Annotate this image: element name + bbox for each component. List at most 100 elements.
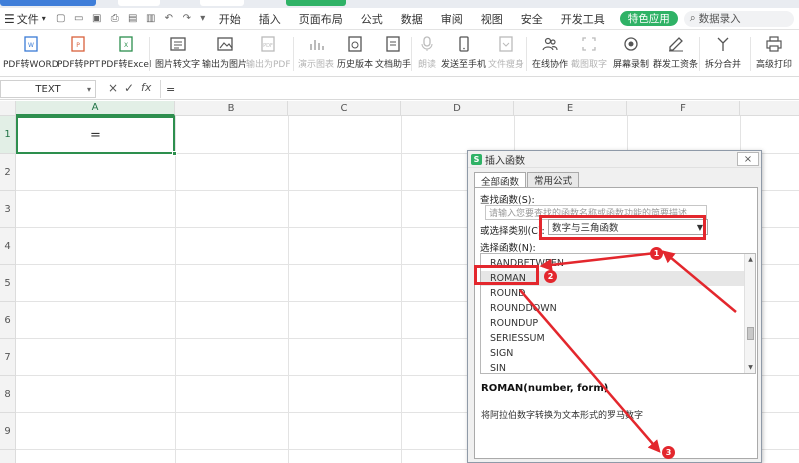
name-box[interactable]: TEXT ▾ [0,80,96,98]
document-tab[interactable] [118,0,160,6]
export-pdf-button[interactable]: PDF 输出为PDF [246,33,291,75]
redo-icon[interactable]: ↷ [180,12,194,26]
row-header-4[interactable]: 4 [0,228,16,265]
formula-input[interactable]: = [160,80,795,98]
row-header-8[interactable]: 8 [0,376,16,413]
pdf-to-excel-button[interactable]: X PDF转Excel [101,33,151,75]
chevron-down-icon[interactable]: ▾ [87,85,91,94]
list-item[interactable]: SIGN [481,346,745,361]
active-cell-value: = [90,127,101,143]
scroll-down-icon[interactable]: ▼ [745,362,755,373]
pdf-to-word-button[interactable]: W PDF转WORD [3,33,59,75]
scroll-up-icon[interactable]: ▲ [745,254,755,265]
menu-data[interactable]: 数据 [392,8,432,30]
column-header-a[interactable]: A [16,101,175,116]
column-header-g[interactable] [740,101,799,116]
row-header-1[interactable]: 1 [0,116,16,154]
split-merge-button[interactable]: 拆分合并 [705,33,741,75]
read-aloud-button[interactable]: 朗读 [418,33,436,75]
compress-button[interactable]: 文件瘦身 [488,33,524,75]
image-to-text-button[interactable]: 图片转文字 [155,33,200,75]
confirm-icon[interactable]: ✓ [124,81,134,95]
screen-record-button[interactable]: 屏幕录制 [613,33,649,75]
chevron-down-icon: ▾ [41,14,46,23]
ribbon-separator [149,37,150,71]
list-item[interactable]: SERIESSUM [481,331,745,346]
list-item[interactable]: SIN [481,361,745,373]
undo-icon[interactable]: ↶ [162,12,176,26]
record-icon [622,35,640,53]
fill-handle[interactable] [172,151,177,156]
step-badge-3: 3 [662,446,675,459]
export-icon[interactable]: ▥ [144,12,158,26]
collab-icon [541,35,559,53]
ocr-button[interactable]: 截图取字 [571,33,607,75]
row-header-10[interactable] [0,450,16,463]
chart-demo-button[interactable]: 演示图表 [298,33,334,75]
print-icon[interactable]: ⎙ [108,12,122,26]
payslip-button[interactable]: 群发工资条 [653,33,698,75]
column-header-c[interactable]: C [288,101,401,116]
online-collab-button[interactable]: 在线协作 [532,33,568,75]
menu-home[interactable]: 开始 [210,8,250,30]
phone-icon [455,35,473,53]
menu-special-apps[interactable]: 特色应用 [619,11,678,26]
dialog-titlebar[interactable]: S 插入函数 [468,151,761,168]
menu-insert[interactable]: 插入 [250,8,290,30]
row-header-2[interactable]: 2 [0,154,16,191]
category-label: 或选择类别(C): [480,226,545,237]
export-image-button[interactable]: 输出为图片 [202,33,247,75]
menu-page-layout[interactable]: 页面布局 [290,8,352,30]
new-doc-icon[interactable]: ▢ [54,12,68,26]
list-scrollbar[interactable]: ▲ ▼ [744,254,755,373]
column-header-d[interactable]: D [401,101,514,116]
open-icon[interactable]: ▭ [72,12,86,26]
insert-function-icon[interactable]: fx [141,81,151,94]
row-header-6[interactable]: 6 [0,302,16,339]
menu-security[interactable]: 安全 [512,8,552,30]
preview-icon[interactable]: ▤ [126,12,140,26]
image-text-icon [169,35,187,53]
document-tab[interactable] [200,0,244,6]
row-header-3[interactable]: 3 [0,191,16,228]
doc-assistant-button[interactable]: 文档助手 [375,33,411,75]
row-header-9[interactable]: 9 [0,413,16,450]
column-header-e[interactable]: E [514,101,627,116]
column-header-b[interactable]: B [175,101,288,116]
pdf-to-ppt-button[interactable]: P PDF转PPT [57,33,100,75]
formula-content: = [166,82,176,96]
save-icon[interactable]: ▣ [90,12,104,26]
send-to-phone-button[interactable]: 发送至手机 [441,33,486,75]
ribbon-label: 发送至手机 [441,60,487,70]
document-tab[interactable] [0,0,96,6]
list-item[interactable]: ROUND [481,286,745,301]
payslip-icon [667,35,685,53]
tab-common-formulas[interactable]: 常用公式 [527,172,580,187]
command-search[interactable]: ⌕ 数据录入 [683,10,794,27]
chevron-down-icon[interactable]: ▾ [198,12,208,26]
list-item[interactable]: ROUNDUP [481,316,745,331]
active-cell-a1[interactable]: = [16,116,177,156]
document-tab[interactable] [286,0,346,6]
ribbon-label: PDF转WORD [3,60,59,70]
scroll-thumb[interactable] [747,327,754,340]
menu-developer[interactable]: 开发工具 [552,8,614,30]
advanced-print-button[interactable]: 高级打印 [756,33,792,75]
history-button[interactable]: 历史版本 [337,33,373,75]
close-button[interactable]: × [737,152,759,166]
column-header-f[interactable]: F [627,101,740,116]
list-item[interactable]: ROUNDDOWN [481,301,745,316]
menu-review[interactable]: 审阅 [432,8,472,30]
row-header-5[interactable]: 5 [0,265,16,302]
tab-all-functions[interactable]: 全部函数 [474,172,527,188]
file-menu-button[interactable]: ☰ 文件 ▾ [0,8,52,30]
select-all-corner[interactable] [0,101,16,116]
menu-formulas[interactable]: 公式 [352,8,392,30]
row-header-7[interactable]: 7 [0,339,16,376]
step-badge-1: 1 [650,247,663,260]
ribbon-separator [411,37,412,71]
ribbon-label: 文档助手 [375,60,412,70]
ribbon-label: 文件瘦身 [488,60,525,70]
menu-view[interactable]: 视图 [472,8,512,30]
cancel-icon[interactable]: × [108,81,118,95]
